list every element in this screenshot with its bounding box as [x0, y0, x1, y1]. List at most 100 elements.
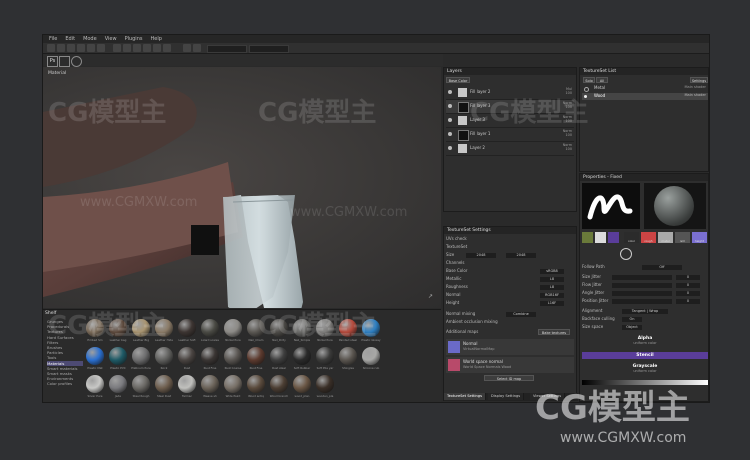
shelf-category-item[interactable]: Color profiles	[47, 381, 83, 386]
channel-format-dropdown[interactable]: L8	[540, 285, 564, 290]
menu-plugins[interactable]: Plugins	[125, 36, 143, 42]
channel-format-dropdown[interactable]: sRGB8	[540, 269, 564, 274]
folder-icon[interactable]	[59, 56, 70, 67]
material-thumbnail[interactable]	[247, 319, 265, 337]
circle-icon[interactable]	[71, 56, 82, 67]
stencil-section[interactable]: Stencil	[582, 352, 708, 359]
material-thumbnail[interactable]	[86, 347, 104, 365]
jitter-slider[interactable]	[612, 275, 672, 280]
material-thumbnail[interactable]	[316, 347, 334, 365]
normal-mix-dropdown[interactable]: Combine	[506, 312, 536, 317]
visibility-eye-icon[interactable]	[448, 90, 452, 94]
eraser-icon[interactable]	[57, 44, 65, 52]
material-thumbnail[interactable]	[270, 347, 288, 365]
channel-format-dropdown[interactable]: L8	[540, 277, 564, 282]
material-thumbnail[interactable]	[316, 375, 334, 393]
tab-all[interactable]: All	[596, 77, 608, 83]
layer-blend-opacity[interactable]: Norm 100	[563, 129, 572, 137]
layer-row[interactable]: Layer 2 Norm 100	[446, 142, 574, 156]
layer-row[interactable]: Fill layer 1 Norm 100	[446, 128, 574, 142]
layer-blend-opacity[interactable]: Norm 100	[563, 115, 572, 123]
material-thumbnail[interactable]	[316, 319, 334, 337]
layer-blend-opacity[interactable]: Norm 100	[563, 143, 572, 151]
grayscale-ramp[interactable]	[582, 380, 708, 385]
lock-icon[interactable]	[133, 44, 141, 52]
swatch-2[interactable]	[595, 232, 606, 243]
alignment-dropdown[interactable]: Tangent | Wrap	[622, 309, 668, 314]
material-thumbnail[interactable]	[109, 375, 127, 393]
projection-icon[interactable]	[67, 44, 75, 52]
brush-flow-field[interactable]	[249, 45, 289, 53]
visibility-eye-icon[interactable]	[448, 146, 452, 150]
material-thumbnail[interactable]	[201, 375, 219, 393]
layer-blend-opacity[interactable]: Norm 100	[563, 101, 572, 109]
grayscale-section[interactable]: Grayscale uniform color	[582, 364, 708, 378]
layer-blend-opacity[interactable]: Mul 100	[566, 87, 572, 95]
map-slot-normal[interactable]: Normal VirtualNormalMap	[446, 339, 574, 355]
material-thumbnail[interactable]	[270, 375, 288, 393]
material-thumbnail[interactable]	[247, 375, 265, 393]
material-thumbnail[interactable]	[86, 375, 104, 393]
channel-format-dropdown[interactable]: RGB16F	[540, 293, 564, 298]
material-thumbnail[interactable]	[155, 375, 173, 393]
material-thumbnail[interactable]	[178, 319, 196, 337]
wireframe-icon[interactable]	[193, 44, 201, 52]
material-thumbnail[interactable]	[132, 347, 150, 365]
menu-mode[interactable]: Mode	[83, 36, 97, 42]
material-preview[interactable]	[644, 183, 706, 229]
material-thumbnail[interactable]	[224, 375, 242, 393]
material-thumbnail[interactable]	[362, 347, 380, 365]
layer-row[interactable]: Fill layer 2 Mul 100	[446, 86, 574, 100]
menu-help[interactable]: Help	[150, 36, 161, 42]
alpha-section[interactable]: Alpha uniform color	[582, 336, 708, 350]
visibility-eye-icon[interactable]	[448, 118, 452, 122]
material-thumbnail[interactable]	[132, 375, 150, 393]
jitter-slider[interactable]	[612, 283, 672, 288]
color-wheel-icon[interactable]	[620, 248, 632, 260]
tab-display-settings[interactable]: Display Settings	[488, 393, 525, 400]
material-thumbnail[interactable]	[247, 347, 265, 365]
jitter-slider[interactable]	[612, 291, 672, 296]
grid-icon[interactable]	[183, 44, 191, 52]
material-thumbnail[interactable]	[86, 319, 104, 337]
material-thumbnail[interactable]	[155, 347, 173, 365]
material-thumbnail[interactable]	[224, 347, 242, 365]
channel-swatch[interactable]: metal	[658, 232, 673, 243]
material-thumbnail[interactable]	[362, 319, 380, 337]
material-thumbnail[interactable]	[293, 347, 311, 365]
size-dropdown[interactable]: 2048	[466, 253, 496, 258]
settings-icon[interactable]	[163, 44, 171, 52]
render-icon[interactable]	[143, 44, 151, 52]
material-thumbnail[interactable]	[270, 319, 288, 337]
channel-format-dropdown[interactable]: L16F	[540, 301, 564, 306]
brush-size-field[interactable]	[207, 45, 247, 53]
material-thumbnail[interactable]	[339, 347, 357, 365]
clone-icon[interactable]	[87, 44, 95, 52]
smudge-icon[interactable]	[77, 44, 85, 52]
jitter-value[interactable]: 0	[676, 275, 700, 280]
material-thumbnail[interactable]	[132, 319, 150, 337]
material-thumbnail[interactable]	[178, 347, 196, 365]
bake-textures-button[interactable]: Bake textures	[538, 329, 570, 335]
menu-edit[interactable]: Edit	[65, 36, 75, 42]
material-thumbnail[interactable]	[155, 319, 173, 337]
material-thumbnail[interactable]	[201, 319, 219, 337]
material-thumbnail[interactable]	[178, 375, 196, 393]
jitter-value[interactable]: 0	[676, 299, 700, 304]
channel-swatch[interactable]: nrm	[675, 232, 690, 243]
menu-file[interactable]: File	[49, 36, 57, 42]
visibility-eye-icon[interactable]	[448, 132, 452, 136]
ps-export-icon[interactable]: Ps	[47, 56, 58, 67]
jitter-slider[interactable]	[612, 299, 672, 304]
jitter-value[interactable]: 0	[676, 291, 700, 296]
3d-viewport[interactable]: Material ↗	[43, 67, 441, 308]
channel-swatch[interactable]: color	[624, 232, 639, 243]
swatch-3[interactable]	[608, 232, 619, 243]
jitter-value[interactable]: 0	[676, 283, 700, 288]
size-dropdown-2[interactable]: 2048	[506, 253, 536, 258]
channel-swatch[interactable]: height	[692, 232, 707, 243]
follow-path-value[interactable]: Off	[642, 265, 682, 270]
material-thumbnail[interactable]	[293, 375, 311, 393]
settings-button[interactable]: Settings	[690, 77, 708, 83]
select-id-map-button[interactable]: Select ID map	[484, 375, 534, 381]
